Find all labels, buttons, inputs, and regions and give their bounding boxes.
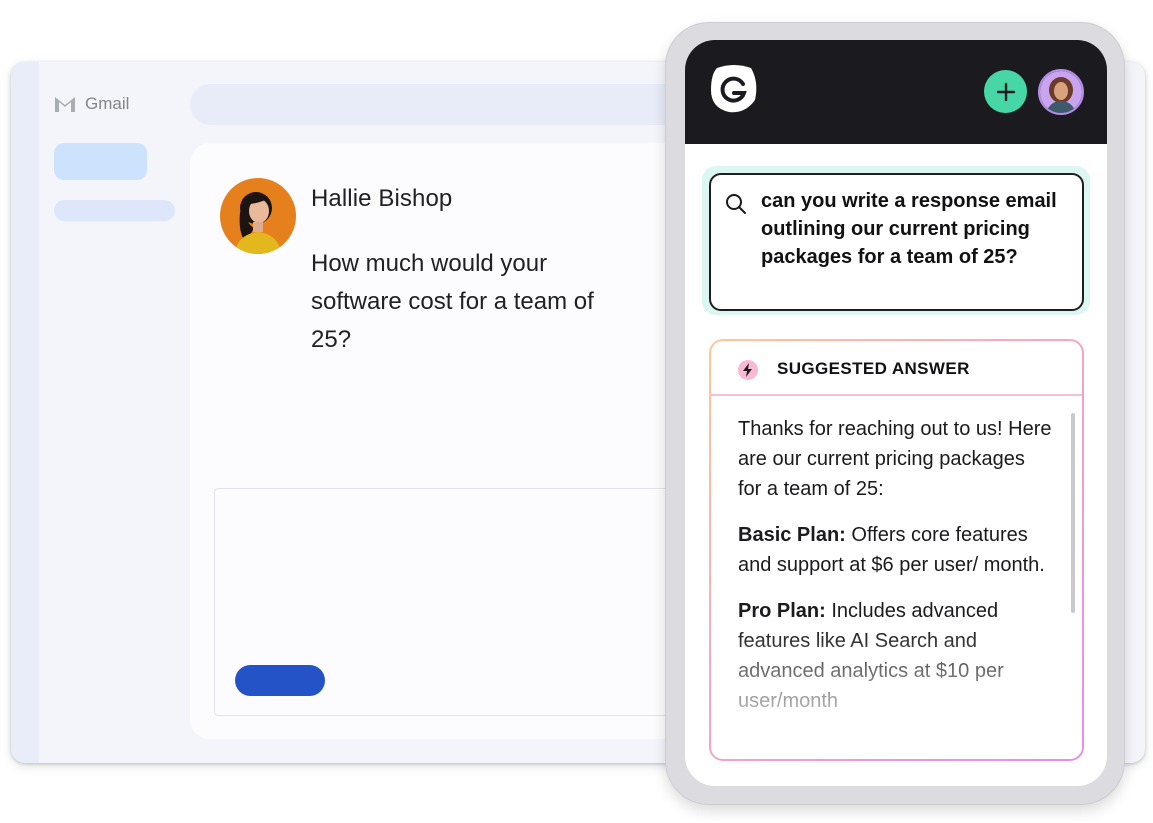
answer-scrollbar[interactable] (1071, 413, 1075, 613)
gmail-icon (55, 97, 75, 112)
add-button[interactable] (984, 70, 1027, 113)
reply-box[interactable] (214, 488, 734, 716)
phone-frame: can you write a response email outlining… (665, 22, 1125, 805)
sender-name: Hallie Bishop (311, 185, 453, 212)
phone-screen: can you write a response email outlining… (685, 40, 1107, 786)
send-button[interactable] (235, 665, 325, 696)
suggested-answer-header: SUGGESTED ANSWER (711, 341, 1082, 396)
gmail-left-rail (11, 62, 39, 763)
email-message: How much would your software cost for a … (311, 250, 594, 353)
answer-plan: Basic Plan: Offers core features and sup… (738, 520, 1053, 580)
sender-avatar (220, 178, 296, 254)
answer-plan: Pro Plan: Includes advanced features lik… (738, 596, 1053, 716)
plus-icon (996, 82, 1015, 101)
plan-name: Pro Plan: (738, 600, 826, 622)
assistant-header (685, 40, 1107, 144)
nav-item-inbox[interactable] (54, 200, 175, 221)
suggested-answer-title: SUGGESTED ANSWER (777, 359, 970, 378)
bolt-icon (738, 360, 758, 380)
suggested-answer-card: SUGGESTED ANSWER Thanks for reaching out… (709, 339, 1084, 761)
compose-button[interactable] (54, 143, 147, 180)
search-icon (726, 194, 746, 214)
user-avatar[interactable] (1038, 69, 1084, 115)
answer-intro: Thanks for reaching out to us! Here are … (738, 418, 1052, 500)
gmail-logo[interactable]: Gmail (53, 94, 129, 114)
app-logo-icon[interactable] (707, 62, 761, 114)
suggested-answer-body: Thanks for reaching out to us! Here are … (738, 414, 1053, 732)
plan-name: Basic Plan: (738, 524, 846, 546)
query-input[interactable]: can you write a response email outlining… (709, 173, 1084, 311)
gmail-logo-text: Gmail (85, 94, 130, 113)
query-text: can you write a response email outlining… (761, 190, 1057, 268)
